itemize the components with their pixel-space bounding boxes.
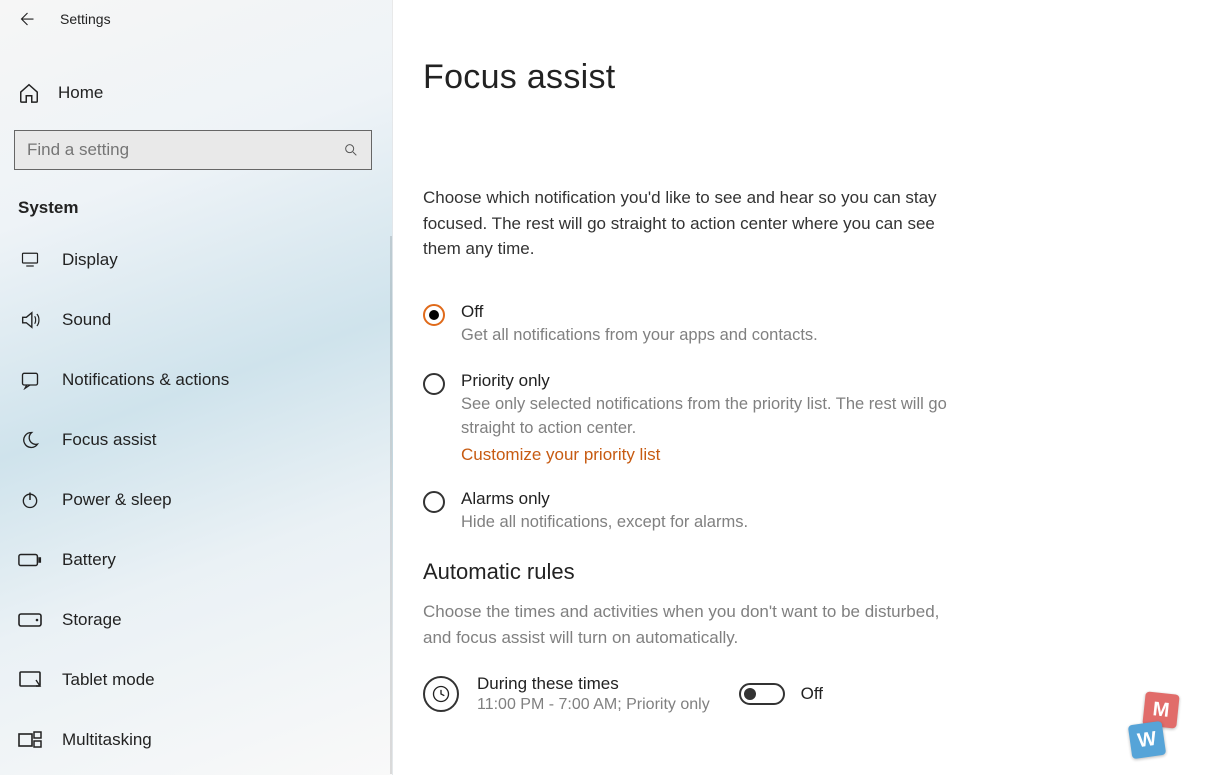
home-label: Home bbox=[58, 83, 103, 103]
clock-icon bbox=[423, 676, 459, 712]
nav-display[interactable]: Display bbox=[0, 230, 392, 290]
moon-icon bbox=[18, 428, 42, 452]
option-off[interactable]: Off Get all notifications from your apps… bbox=[423, 302, 983, 348]
page-intro: Choose which notification you'd like to … bbox=[423, 185, 959, 262]
option-title: Priority only bbox=[461, 371, 981, 391]
watermark-letter: M bbox=[1151, 698, 1170, 723]
nav-label: Notifications & actions bbox=[62, 370, 229, 390]
nav-label: Display bbox=[62, 250, 118, 270]
app-title: Settings bbox=[60, 11, 111, 27]
storage-icon bbox=[18, 608, 42, 632]
watermark-tile: W bbox=[1128, 721, 1166, 759]
nav-label: Battery bbox=[62, 550, 116, 570]
toggle-label: Off bbox=[801, 684, 823, 704]
rule-title: During these times bbox=[477, 674, 710, 694]
automatic-rules-heading: Automatic rules bbox=[423, 559, 1206, 585]
notification-icon bbox=[18, 368, 42, 392]
nav-label: Storage bbox=[62, 610, 122, 630]
page-title: Focus assist bbox=[423, 58, 1206, 97]
nav-label: Power & sleep bbox=[62, 490, 172, 510]
nav-label: Focus assist bbox=[62, 430, 156, 450]
settings-sidebar: Settings Home System Display Sound bbox=[0, 0, 393, 775]
home-icon bbox=[18, 82, 40, 104]
watermark-logo: M W bbox=[1124, 693, 1192, 761]
battery-icon bbox=[18, 548, 42, 572]
option-desc: Get all notifications from your apps and… bbox=[461, 324, 818, 348]
tablet-icon bbox=[18, 668, 42, 692]
nav-power-sleep[interactable]: Power & sleep bbox=[0, 470, 392, 530]
nav-sound[interactable]: Sound bbox=[0, 290, 392, 350]
watermark-letter: W bbox=[1136, 727, 1158, 752]
titlebar: Settings bbox=[0, 0, 392, 38]
nav-label: Multitasking bbox=[62, 730, 152, 750]
option-priority-only[interactable]: Priority only See only selected notifica… bbox=[423, 371, 983, 465]
nav-focus-assist[interactable]: Focus assist bbox=[0, 410, 392, 470]
option-desc: Hide all notifications, except for alarm… bbox=[461, 511, 748, 535]
search-input-wrapper[interactable] bbox=[14, 130, 372, 170]
rule-toggle[interactable] bbox=[739, 683, 785, 705]
radio-button[interactable] bbox=[423, 304, 445, 326]
sidebar-nav: Display Sound Notifications & actions Fo… bbox=[0, 230, 392, 770]
display-icon bbox=[18, 248, 42, 272]
nav-label: Sound bbox=[62, 310, 111, 330]
nav-storage[interactable]: Storage bbox=[0, 590, 392, 650]
automatic-rules-desc: Choose the times and activities when you… bbox=[423, 599, 943, 650]
nav-notifications[interactable]: Notifications & actions bbox=[0, 350, 392, 410]
power-icon bbox=[18, 488, 42, 512]
rule-subtitle: 11:00 PM - 7:00 AM; Priority only bbox=[477, 696, 710, 714]
sidebar-scroll-marker bbox=[390, 236, 392, 774]
nav-battery[interactable]: Battery bbox=[0, 530, 392, 590]
focus-assist-options: Off Get all notifications from your apps… bbox=[423, 302, 983, 536]
customize-priority-link[interactable]: Customize your priority list bbox=[461, 445, 981, 465]
nav-multitasking[interactable]: Multitasking bbox=[0, 710, 392, 770]
rule-during-these-times[interactable]: During these times 11:00 PM - 7:00 AM; P… bbox=[423, 674, 983, 714]
search-input[interactable] bbox=[27, 140, 327, 160]
nav-tablet-mode[interactable]: Tablet mode bbox=[0, 650, 392, 710]
section-heading: System bbox=[18, 198, 392, 218]
option-title: Alarms only bbox=[461, 489, 748, 509]
home-nav[interactable]: Home bbox=[0, 64, 392, 122]
sound-icon bbox=[18, 308, 42, 332]
option-alarms-only[interactable]: Alarms only Hide all notifications, exce… bbox=[423, 489, 983, 535]
arrow-left-icon bbox=[17, 10, 35, 28]
option-desc: See only selected notifications from the… bbox=[461, 393, 981, 441]
radio-button[interactable] bbox=[423, 491, 445, 513]
main-content: Focus assist Choose which notification y… bbox=[393, 0, 1206, 775]
search-icon bbox=[343, 142, 359, 158]
nav-label: Tablet mode bbox=[62, 670, 155, 690]
back-button[interactable] bbox=[16, 9, 36, 29]
multitasking-icon bbox=[18, 728, 42, 752]
radio-button[interactable] bbox=[423, 373, 445, 395]
option-title: Off bbox=[461, 302, 818, 322]
